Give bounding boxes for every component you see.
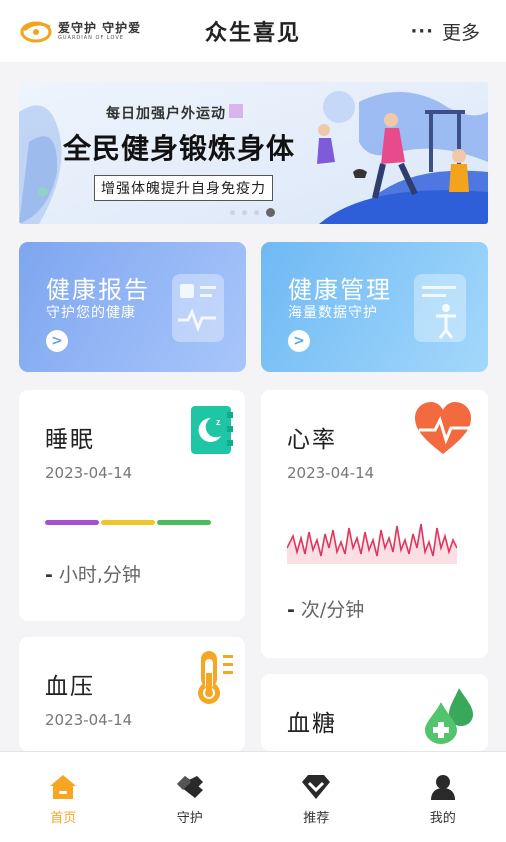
indicator-dot[interactable]: [230, 210, 235, 215]
banner-tagline: 增强体魄提升自身免疫力: [94, 175, 273, 201]
indicator-dot[interactable]: [254, 210, 259, 215]
health-report-card[interactable]: 健康报告 守护您的健康 >: [19, 242, 246, 372]
promo-banner[interactable]: 每日加强户外运动 全民健身锻炼身体 增强体魄提升自身免疫力: [19, 82, 488, 224]
page-title: 众生喜见: [204, 21, 301, 46]
health-report-subtitle: 守护您的健康: [46, 305, 136, 321]
manage-doc-icon: [414, 274, 466, 342]
app-header: 爱守护 守护爱 GUARDIAN OF LOVE 众生喜见 ··· 更多: [0, 0, 506, 62]
guard-icon: [176, 776, 203, 798]
tab-guard-label: 守护: [176, 811, 203, 826]
more-label: 更多: [441, 22, 480, 44]
sleep-phase-bar: [45, 520, 211, 525]
indicator-dot-active[interactable]: [266, 208, 275, 217]
sleep-moon-icon: z: [191, 406, 233, 454]
tab-recommend[interactable]: 推荐: [253, 752, 380, 842]
indicator-dot[interactable]: [242, 210, 247, 215]
health-report-title: 健康报告: [46, 276, 150, 304]
heart-rate-date: 2023-04-14: [287, 464, 375, 482]
health-manage-title: 健康管理: [288, 276, 392, 304]
more-dots-icon: ···: [410, 21, 434, 42]
heart-rate-value-number: -: [287, 599, 295, 621]
logo-sub-text: GUARDIAN OF LOVE: [58, 34, 124, 41]
banner-headline: 全民健身锻炼身体: [63, 132, 296, 165]
heart-rate-unit: 次/分钟: [300, 599, 365, 621]
app-logo: 爱守护 守护爱 GUARDIAN OF LOVE: [20, 18, 141, 44]
thermometer-icon: [198, 651, 233, 704]
health-manage-subtitle: 海量数据守护: [288, 305, 378, 321]
home-icon: [50, 775, 77, 799]
sleep-unit: 小时,分钟: [58, 564, 141, 586]
blood-pressure-date: 2023-04-14: [45, 711, 133, 729]
banner-subtitle: 每日加强户外运动: [106, 106, 226, 122]
heart-rate-title: 心率: [287, 427, 337, 453]
heart-pulse-icon: [415, 402, 475, 454]
tab-profile[interactable]: 我的: [380, 752, 506, 842]
heart-rate-tile[interactable]: 心率 2023-04-14 - 次/分钟: [261, 390, 488, 658]
logo-main-text: 爱守护 守护爱: [58, 20, 142, 35]
logo-icon: [20, 21, 52, 43]
blood-pressure-tile[interactable]: 血压 2023-04-14: [19, 637, 245, 751]
blood-glucose-tile[interactable]: 血糖 2023-04-14: [261, 674, 488, 751]
sleep-title: 睡眠: [45, 427, 95, 453]
profile-icon: [430, 775, 455, 800]
svg-text:z: z: [216, 417, 221, 427]
tab-profile-label: 我的: [429, 811, 456, 826]
banner-indicator[interactable]: [230, 208, 282, 217]
tab-home-label: 首页: [50, 811, 77, 826]
blood-glucose-title: 血糖: [287, 711, 337, 737]
recommend-icon: [302, 775, 331, 799]
sleep-tile[interactable]: 睡眠 2023-04-14 z - 小时,分钟: [19, 390, 245, 621]
bottom-tab-bar: 首页 守护 推荐 我的: [0, 751, 506, 842]
heart-rate-waveform: [287, 523, 457, 564]
heart-rate-value: - 次/分钟: [287, 595, 364, 622]
tab-home[interactable]: 首页: [0, 752, 127, 842]
glucose-drops-icon: [425, 688, 473, 744]
blood-pressure-title: 血压: [45, 674, 95, 700]
sleep-value: - 小时,分钟: [45, 560, 141, 587]
more-button[interactable]: ··· 更多: [410, 18, 480, 45]
sleep-value-number: -: [45, 564, 53, 586]
health-manage-card[interactable]: 健康管理 海量数据守护 >: [261, 242, 488, 372]
chevron-right-icon[interactable]: >: [288, 330, 310, 352]
report-doc-icon: [172, 274, 224, 342]
chevron-right-icon[interactable]: >: [46, 330, 68, 352]
sleep-date: 2023-04-14: [45, 464, 133, 482]
tab-recommend-label: 推荐: [303, 811, 330, 826]
tab-guard[interactable]: 守护: [127, 752, 254, 842]
